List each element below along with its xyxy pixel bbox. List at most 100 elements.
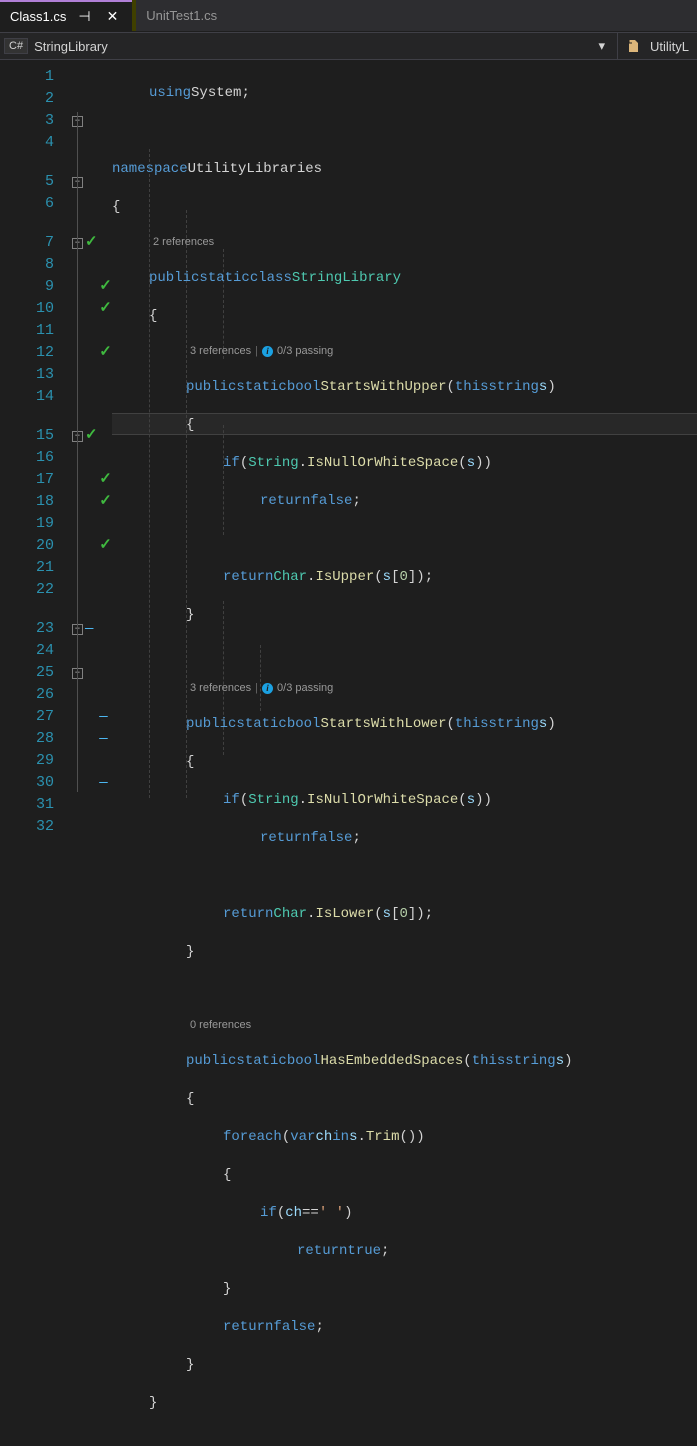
code-line[interactable]: return false; xyxy=(112,490,697,512)
code-line[interactable]: namespace UtilityLibraries xyxy=(112,158,697,180)
line-number: 19 xyxy=(0,513,72,535)
line-number: 5 xyxy=(0,171,72,193)
line-number: 14 xyxy=(0,386,72,408)
line-number: 21 xyxy=(0,557,72,579)
code-line[interactable] xyxy=(112,528,697,550)
fold-margin: − − −✓ ✓ ✓ ✓ −✓ ✓ ✓ ✓ −— − — — — xyxy=(72,60,112,793)
line-number: 17 xyxy=(0,469,72,491)
language-badge: C# xyxy=(4,38,28,54)
line-number: 20 xyxy=(0,535,72,557)
test-pass-icon: ✓ xyxy=(99,298,112,320)
line-number: 27 xyxy=(0,706,72,728)
test-pass-icon: ✓ xyxy=(99,276,112,298)
code-line[interactable]: public static bool StartsWithUpper(this … xyxy=(112,376,697,398)
line-number: 6 xyxy=(0,193,72,215)
line-number: 10 xyxy=(0,298,72,320)
line-number: 15 xyxy=(0,425,72,447)
codelens[interactable]: 2 references xyxy=(112,234,697,251)
code-line[interactable]: } xyxy=(112,941,697,963)
test-pass-icon: ✓ xyxy=(99,469,112,491)
line-number: 3 xyxy=(0,110,72,132)
code-editor: 1 2 3 4 5 6 7 8 9 10 11 12 13 14 15 16 1… xyxy=(0,60,697,793)
test-pass-icon: ✓ xyxy=(99,535,112,557)
code-line[interactable]: } xyxy=(112,1392,697,1414)
line-number-gutter: 1 2 3 4 5 6 7 8 9 10 11 12 13 14 15 16 1… xyxy=(0,60,72,793)
tab-unittest1[interactable]: UnitTest1.cs xyxy=(136,0,227,31)
code-line[interactable] xyxy=(112,120,697,142)
code-line[interactable]: return false; xyxy=(112,1316,697,1338)
test-none-icon: — xyxy=(99,728,107,750)
code-line[interactable]: return true; xyxy=(112,1240,697,1262)
code-line[interactable]: } xyxy=(112,1354,697,1376)
test-pass-icon: ✓ xyxy=(99,342,112,364)
info-icon: i xyxy=(262,683,273,694)
code-line[interactable]: if (ch == ' ') xyxy=(112,1202,697,1224)
code-line[interactable]: public static bool HasEmbeddedSpaces(thi… xyxy=(112,1050,697,1072)
codelens[interactable]: 0 references xyxy=(112,1017,697,1034)
line-number: 8 xyxy=(0,254,72,276)
nav-divider xyxy=(617,33,618,59)
tab-bar: Class1.cs ⊣ ✕ UnitTest1.cs xyxy=(0,0,697,32)
chevron-down-icon[interactable]: ▾ xyxy=(592,38,611,54)
code-line[interactable] xyxy=(112,979,697,1001)
line-number: 1 xyxy=(0,66,72,88)
line-number: 26 xyxy=(0,684,72,706)
code-line[interactable]: if (String.IsNullOrWhiteSpace(s)) xyxy=(112,789,697,811)
line-number: 2 xyxy=(0,88,72,110)
nav-scope-class[interactable]: StringLibrary xyxy=(34,39,586,54)
tab-label: UnitTest1.cs xyxy=(146,8,217,23)
code-line[interactable]: using System; xyxy=(112,82,697,104)
codelens[interactable]: 3 references | i 0/3 passing xyxy=(112,343,697,360)
code-line[interactable] xyxy=(112,865,697,887)
test-pass-icon: ✓ xyxy=(85,425,98,447)
test-none-icon: — xyxy=(99,706,107,728)
code-line[interactable]: return false; xyxy=(112,827,697,849)
tab-class1[interactable]: Class1.cs ⊣ ✕ xyxy=(0,0,132,31)
code-line[interactable]: { xyxy=(112,751,697,773)
code-line[interactable]: { xyxy=(112,1088,697,1110)
line-number: 4 xyxy=(0,132,72,154)
line-number: 23 xyxy=(0,618,72,640)
code-line[interactable]: { xyxy=(112,305,697,327)
tab-label: Class1.cs xyxy=(10,9,66,24)
line-number: 30 xyxy=(0,772,72,794)
test-pass-icon: ✓ xyxy=(99,491,112,513)
test-none-icon: — xyxy=(85,618,93,640)
namespace-icon xyxy=(624,38,640,54)
line-number: 28 xyxy=(0,728,72,750)
code-line[interactable]: if (String.IsNullOrWhiteSpace(s)) xyxy=(112,452,697,474)
line-number: 31 xyxy=(0,794,72,816)
code-line[interactable]: return Char.IsLower(s[0]); xyxy=(112,903,697,925)
code-line[interactable]: { xyxy=(112,414,697,436)
code-line[interactable]: foreach (var ch in s.Trim()) xyxy=(112,1126,697,1148)
code-line[interactable]: { xyxy=(112,1164,697,1186)
line-number: 11 xyxy=(0,320,72,342)
line-number: 25 xyxy=(0,662,72,684)
line-number: 18 xyxy=(0,491,72,513)
line-number: 29 xyxy=(0,750,72,772)
line-number: 9 xyxy=(0,276,72,298)
nav-scope-member[interactable]: UtilityL xyxy=(646,39,693,54)
line-number: 16 xyxy=(0,447,72,469)
line-number: 22 xyxy=(0,579,72,601)
line-number: 13 xyxy=(0,364,72,386)
code-line[interactable] xyxy=(112,642,697,664)
code-line[interactable]: public static bool StartsWithLower(this … xyxy=(112,713,697,735)
code-line[interactable]: return Char.IsUpper(s[0]); xyxy=(112,566,697,588)
code-area[interactable]: using System; namespace UtilityLibraries… xyxy=(112,60,697,793)
code-line[interactable]: { xyxy=(112,196,697,218)
line-number: 24 xyxy=(0,640,72,662)
line-number: 32 xyxy=(0,816,72,838)
pin-icon[interactable]: ⊣ xyxy=(74,6,94,27)
line-number: 12 xyxy=(0,342,72,364)
test-none-icon: — xyxy=(99,772,107,794)
navigation-bar: C# StringLibrary ▾ UtilityL xyxy=(0,32,697,60)
codelens[interactable]: 3 references | i 0/3 passing xyxy=(112,680,697,697)
test-pass-icon: ✓ xyxy=(85,232,98,254)
line-number: 7 xyxy=(0,232,72,254)
info-icon: i xyxy=(262,346,273,357)
code-line[interactable]: } xyxy=(112,1278,697,1300)
code-line[interactable]: } xyxy=(112,604,697,626)
code-line[interactable]: public static class StringLibrary xyxy=(112,267,697,289)
close-icon[interactable]: ✕ xyxy=(103,6,123,27)
